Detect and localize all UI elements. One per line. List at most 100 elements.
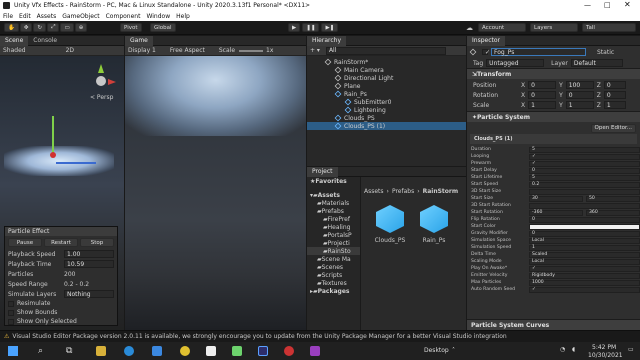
z-field[interactable]: 0 bbox=[603, 81, 626, 89]
prop-value-field[interactable]: Rigidbody bbox=[529, 272, 640, 279]
menu-assets[interactable]: Assets bbox=[37, 13, 57, 20]
hierarchy-item[interactable]: SubEmitter0 bbox=[307, 98, 466, 106]
layers-dropdown[interactable]: Layers bbox=[530, 23, 578, 32]
close-button[interactable]: ✕ bbox=[624, 0, 631, 9]
scale-tool-icon[interactable]: ⤢ bbox=[47, 23, 60, 32]
tree-item[interactable]: ▰ FirePref bbox=[307, 215, 360, 223]
y-axis-handle[interactable] bbox=[52, 116, 54, 156]
search-icon[interactable]: ⌕ bbox=[38, 346, 43, 356]
menu-component[interactable]: Component bbox=[106, 13, 141, 20]
tab-hierarchy[interactable]: Hierarchy bbox=[307, 35, 347, 46]
prop-value-field[interactable]: ✓ bbox=[529, 153, 640, 160]
maximize-button[interactable]: □ bbox=[604, 1, 611, 9]
transform-tool-icon[interactable]: ⊕ bbox=[74, 23, 88, 32]
tab-console[interactable]: Console bbox=[28, 36, 62, 46]
chevron-up-icon[interactable]: ˄ bbox=[452, 347, 455, 354]
unity-taskbar-icon[interactable] bbox=[206, 346, 216, 356]
gizmo-center-icon[interactable] bbox=[96, 76, 106, 86]
simulate-layers-dropdown[interactable]: Nothing bbox=[64, 290, 114, 298]
network-icon[interactable]: ◔ bbox=[560, 346, 565, 353]
y-field[interactable]: 100 bbox=[565, 81, 594, 89]
restart-button[interactable]: Restart bbox=[44, 238, 78, 247]
tab-project[interactable]: Project bbox=[307, 166, 338, 177]
prop-value-field[interactable]: 5 bbox=[529, 146, 640, 153]
prop-max-field[interactable]: 50 bbox=[586, 195, 640, 202]
windows-start-icon[interactable] bbox=[8, 346, 18, 356]
particle-system-header[interactable]: ✦ Particle System bbox=[467, 111, 640, 122]
clock-time[interactable]: 5:42 PM bbox=[592, 344, 616, 351]
show-only-selected-checkbox[interactable] bbox=[8, 318, 14, 325]
breadcrumb-item[interactable]: RainStorm bbox=[423, 188, 459, 195]
tree-item[interactable]: ▰ Projecti bbox=[307, 239, 360, 247]
hierarchy-search-input[interactable]: All bbox=[325, 46, 446, 55]
asset-tile[interactable]: Rain_Ps bbox=[417, 205, 451, 244]
menu-file[interactable]: File bbox=[3, 13, 13, 20]
tab-game[interactable]: Game bbox=[125, 35, 153, 46]
prop-value-field[interactable]: 0.2 bbox=[529, 181, 640, 188]
scale-slider[interactable] bbox=[239, 49, 264, 52]
rect-tool-icon[interactable]: ▭ bbox=[60, 23, 74, 32]
prop-value-field[interactable]: ✓ bbox=[529, 265, 640, 272]
collab-icon[interactable]: ☁ bbox=[466, 24, 473, 32]
hand-tool-icon[interactable]: ✋ bbox=[4, 23, 19, 32]
prop-value-field[interactable]: ✓ bbox=[529, 286, 640, 293]
tree-item[interactable]: ▰ Textures bbox=[307, 279, 360, 287]
hierarchy-item[interactable]: Clouds_PS bbox=[307, 114, 466, 122]
move-tool-icon[interactable]: ✥ bbox=[19, 23, 33, 32]
app-icon[interactable] bbox=[232, 346, 242, 356]
desktop-label[interactable]: Desktop bbox=[424, 347, 449, 354]
account-dropdown[interactable]: Account bbox=[478, 23, 526, 32]
resimulate-checkbox[interactable] bbox=[8, 300, 14, 307]
game-viewport[interactable] bbox=[125, 56, 306, 330]
visual-studio-icon[interactable] bbox=[310, 346, 320, 356]
tag-dropdown[interactable]: Untagged bbox=[486, 59, 545, 67]
transform-header[interactable]: ⇲ Transform bbox=[467, 68, 640, 79]
y-field[interactable]: 0 bbox=[565, 91, 594, 99]
prop-value-field[interactable]: 0 bbox=[529, 216, 640, 223]
tree-item[interactable]: ▰ PortalsP bbox=[307, 231, 360, 239]
prop-value-field[interactable]: Local bbox=[529, 258, 640, 265]
store-icon[interactable] bbox=[152, 346, 162, 356]
breadcrumb-item[interactable]: Assets bbox=[364, 188, 384, 195]
scene-gizmo[interactable]: < Persp bbox=[86, 64, 116, 104]
static-checkbox[interactable]: Static bbox=[597, 49, 614, 56]
y-field[interactable]: 1 bbox=[565, 101, 594, 109]
hierarchy-item[interactable]: Lightening bbox=[307, 106, 466, 114]
hierarchy-item[interactable]: Main Camera bbox=[307, 66, 466, 74]
stop-button[interactable]: Stop bbox=[80, 238, 114, 247]
gizmo-y-icon[interactable] bbox=[98, 64, 104, 73]
status-message[interactable]: Visual Studio Editor Package version 2.0… bbox=[12, 333, 506, 340]
active-checkbox[interactable]: ✓ bbox=[482, 49, 490, 56]
tree-item[interactable]: ▰ Scene Ma bbox=[307, 255, 360, 263]
rotate-tool-icon[interactable]: ↻ bbox=[33, 23, 47, 32]
prop-value-field[interactable]: Local bbox=[529, 237, 640, 244]
tree-item[interactable]: ▸▰ Packages bbox=[307, 287, 360, 295]
x-field[interactable]: 0 bbox=[528, 91, 557, 99]
favorites-header[interactable]: ★ Favorites bbox=[307, 177, 360, 185]
prop-value-field[interactable]: Scaled bbox=[529, 251, 640, 258]
playback-speed-field[interactable]: 1.00 bbox=[64, 250, 114, 258]
object-name-input[interactable]: Fog_Ps bbox=[491, 48, 586, 56]
pause-icon[interactable]: ❚❚ bbox=[302, 23, 320, 32]
hierarchy-item-rainstorm[interactable]: RainStorm* bbox=[307, 58, 466, 66]
menu-edit[interactable]: Edit bbox=[19, 13, 31, 20]
prop-max-field[interactable]: 360 bbox=[586, 209, 640, 216]
origin-handle[interactable] bbox=[50, 152, 56, 158]
hierarchy-item[interactable]: Directional Light bbox=[307, 74, 466, 82]
layout-dropdown[interactable]: Tall bbox=[582, 23, 636, 32]
tree-item[interactable]: ▰ Scenes bbox=[307, 263, 360, 271]
menu-window[interactable]: Window bbox=[146, 13, 170, 20]
show-bounds-checkbox[interactable] bbox=[8, 309, 14, 316]
volume-icon[interactable]: ◖ bbox=[572, 346, 575, 353]
menu-gameobject[interactable]: GameObject bbox=[62, 13, 99, 20]
hierarchy-item[interactable]: Rain_Ps bbox=[307, 90, 466, 98]
shading-dropdown[interactable]: Shaded bbox=[3, 47, 26, 54]
z-axis-handle[interactable] bbox=[56, 162, 96, 164]
open-editor-button[interactable]: Open Editor... bbox=[590, 123, 636, 133]
task-view-icon[interactable]: ⧉ bbox=[66, 346, 72, 356]
minimize-button[interactable]: — bbox=[584, 1, 591, 9]
pause-button[interactable]: Pause bbox=[8, 238, 42, 247]
tab-scene[interactable]: Scene bbox=[0, 35, 29, 46]
hierarchy-item[interactable]: Plane bbox=[307, 82, 466, 90]
hierarchy-item-selected[interactable]: Clouds_PS (1) bbox=[307, 122, 466, 130]
